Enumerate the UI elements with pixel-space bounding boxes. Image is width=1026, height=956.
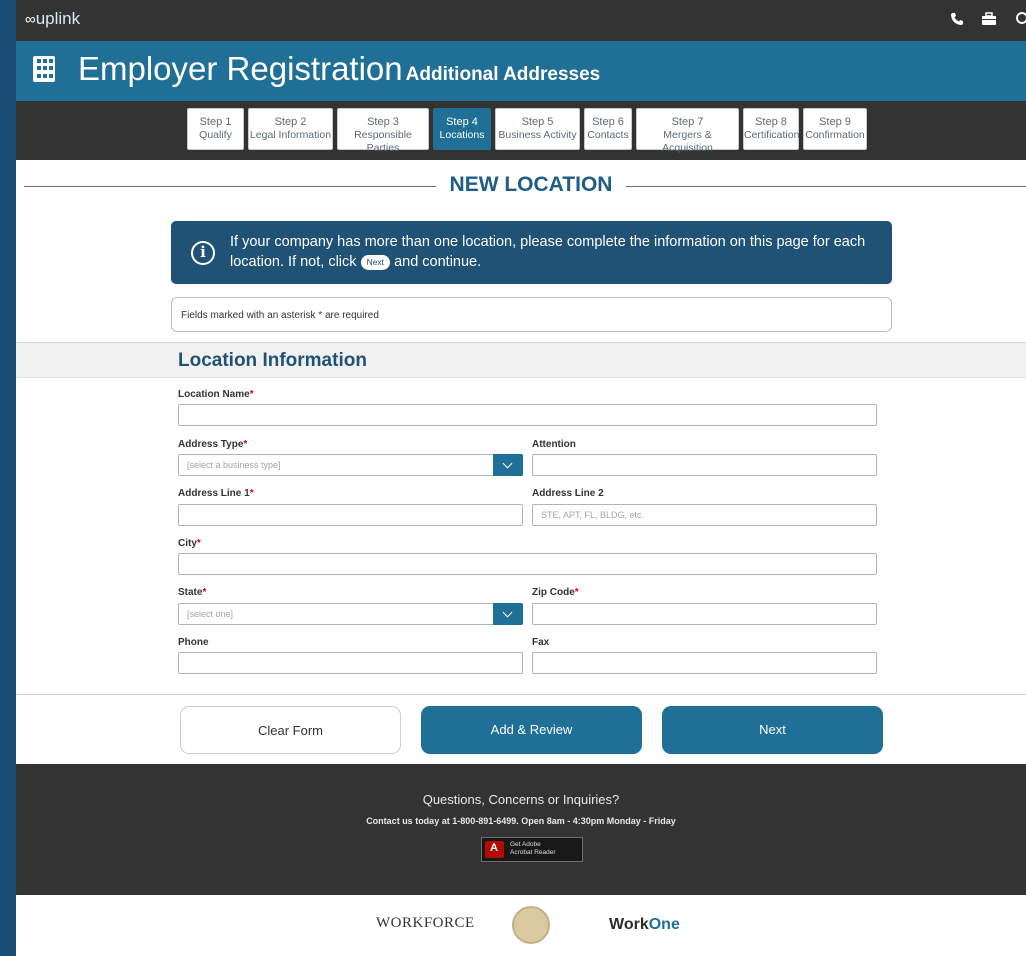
workone-logo: WorkOne	[609, 916, 680, 933]
city-label: City*	[178, 538, 201, 549]
uplink-logo[interactable]: ∞ uplink	[25, 9, 80, 29]
fax-label: Fax	[532, 637, 550, 648]
chevron-down-icon[interactable]	[493, 454, 523, 476]
step-2[interactable]: Step 2 Legal Information	[248, 108, 333, 150]
footer-contact: Contact us today at 1-800-891-6499. Open…	[366, 816, 676, 826]
address-line-2-label: Address Line 2	[532, 488, 604, 499]
page-title-text: Employer Registration	[78, 50, 403, 87]
info-banner: i If your company has more than one loca…	[171, 221, 892, 284]
logo-text: uplink	[35, 9, 81, 28]
form-title: Location Information	[178, 350, 367, 371]
workforce-logo: WORKFORCE	[376, 915, 475, 931]
step-7[interactable]: Step 7 Mergers & Acquisition	[636, 108, 739, 154]
info-icon: i	[191, 241, 215, 265]
building-icon	[33, 56, 55, 82]
page-header: Employer Registration Additional Addresse…	[16, 41, 1026, 101]
step-8[interactable]: Step 8 Certification	[743, 108, 799, 150]
clear-form-button[interactable]: Clear Form	[180, 706, 401, 754]
form-actions: Clear Form Add & Review Next	[16, 695, 1026, 764]
city-input[interactable]	[178, 553, 877, 575]
address-line-2-input[interactable]: STE, APT, FL, BLDG, etc.	[532, 504, 877, 526]
state-seal-icon	[512, 906, 550, 944]
fax-input[interactable]	[532, 652, 877, 674]
step-9[interactable]: Step 9 Confirmation	[803, 108, 867, 150]
phone-input[interactable]	[178, 652, 523, 674]
heading-rule-left	[24, 186, 436, 187]
info-text-after: and continue.	[394, 254, 482, 270]
next-pill: Next	[360, 254, 391, 270]
stepper-bar: Step 1 Qualify Step 2 Legal Information St…	[16, 101, 1026, 160]
phone-icon[interactable]	[950, 12, 964, 29]
location-form: Location Information Location Name* Addr…	[16, 342, 1026, 695]
phone-label: Phone	[178, 637, 209, 648]
adobe-text: Get Adobe Acrobat Reader	[510, 841, 556, 856]
location-name-input[interactable]	[178, 404, 877, 426]
address-line-1-input[interactable]	[178, 504, 523, 526]
page-footer: Questions, Concerns or Inquiries? Contac…	[16, 764, 1026, 895]
step-3[interactable]: Step 3 Responsible Parties	[337, 108, 429, 154]
address-type-select[interactable]: [select a business type]	[178, 454, 523, 476]
state-select[interactable]: [select one]	[178, 603, 523, 625]
step-4[interactable]: Step 4 Locations	[433, 108, 491, 150]
page-frame: ∞ uplink Employer Registration Additional…	[16, 0, 1026, 956]
adobe-reader-link[interactable]: Get Adobe Acrobat Reader	[481, 837, 583, 862]
step-1[interactable]: Step 1 Qualify	[187, 108, 244, 150]
form-header	[16, 343, 1026, 378]
address-line-1-label: Address Line 1*	[178, 488, 254, 499]
address-type-label: Address Type*	[178, 439, 248, 450]
chevron-down-icon[interactable]	[493, 603, 523, 625]
heading-rule-right	[626, 186, 1026, 187]
logo-mark: ∞	[25, 10, 36, 28]
step-5[interactable]: Step 5 Business Activity	[495, 108, 580, 150]
step-6[interactable]: Step 6 Contacts	[584, 108, 632, 150]
search-icon[interactable]	[1014, 12, 1026, 29]
new-location-title: NEW LOCATION	[449, 173, 613, 196]
zip-label: Zip Code*	[532, 587, 579, 598]
footer-question: Questions, Concerns or Inquiries?	[422, 792, 620, 807]
page-title: Employer Registration Additional Addresse…	[78, 50, 600, 88]
briefcase-icon[interactable]	[981, 12, 997, 29]
attention-input[interactable]	[532, 454, 877, 476]
add-review-button[interactable]: Add & Review	[421, 706, 642, 754]
step-list: Step 1 Qualify Step 2 Legal Information St…	[187, 108, 867, 154]
state-label: State*	[178, 587, 207, 598]
partner-logos: WORKFORCE WorkOne	[16, 895, 1026, 956]
section-heading: NEW LOCATION	[16, 160, 1026, 201]
attention-label: Attention	[532, 439, 576, 450]
zip-input[interactable]	[532, 603, 877, 625]
location-name-label: Location Name*	[178, 389, 254, 400]
top-icons	[950, 12, 1026, 29]
page-subtitle: Additional Addresses	[405, 64, 601, 85]
next-button[interactable]: Next	[662, 706, 883, 754]
info-text-before: If your company has more than one locati…	[230, 234, 866, 270]
acrobat-icon	[485, 841, 504, 858]
required-note: Fields marked with an asterisk * are req…	[171, 297, 892, 332]
info-text: If your company has more than one locati…	[230, 232, 880, 272]
top-bar: ∞ uplink	[16, 0, 1026, 41]
